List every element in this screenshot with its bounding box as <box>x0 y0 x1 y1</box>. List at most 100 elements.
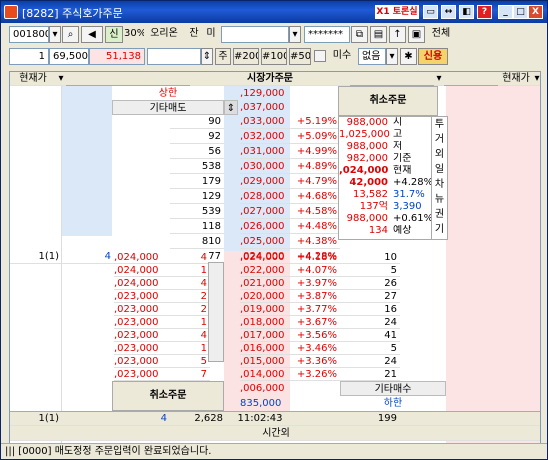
ask-price[interactable]: ,029,000 <box>240 174 296 189</box>
price-input[interactable]: 69,500 <box>49 48 89 65</box>
info-side-tab[interactable]: 투 <box>432 117 447 132</box>
ask-price[interactable]: ,025,000 <box>240 234 296 249</box>
summary-bid: 199 <box>340 411 400 426</box>
bid-volume: 5 <box>340 264 400 277</box>
bid-pct: +3.87% <box>296 290 340 303</box>
order-window: [8282] 주식호가주문 X1 토론실 ▭ ↔ ◧ ? _ □ X 00180… <box>0 0 548 460</box>
title-bar: [8282] 주식호가주문 X1 토론실 ▭ ↔ ◧ ? _ □ X <box>1 1 547 23</box>
gear-icon[interactable]: ✱ <box>400 48 417 65</box>
sell-spin-icon[interactable]: ⇕ <box>224 100 238 115</box>
info-side-tab[interactable]: 뉴 <box>432 192 447 207</box>
code-dropdown-icon[interactable]: ▾ <box>49 26 61 43</box>
status-icon: ||| <box>5 446 16 457</box>
discussion-button[interactable]: X1 토론실 <box>375 5 419 19</box>
app-logo-icon <box>4 5 18 19</box>
option-dropdown-icon[interactable]: ▾ <box>386 48 398 65</box>
link-icon[interactable]: ↔ <box>441 5 456 19</box>
document-icon[interactable]: ▤ <box>370 26 387 43</box>
amount-button-200[interactable]: #200 <box>233 48 259 65</box>
bid-scrollbar[interactable] <box>208 262 224 362</box>
stock-code-input[interactable]: 001800 <box>9 26 49 43</box>
info-side-tab[interactable]: 기 <box>432 222 447 237</box>
info-side-tab[interactable]: 차 <box>432 177 447 192</box>
info-value: 988,000 <box>346 117 388 128</box>
info-side-tab[interactable]: 일 <box>432 162 447 177</box>
lower-limit-label: 하한 <box>383 398 403 409</box>
bid-pct: +4.18% <box>296 251 340 264</box>
ask-qty: 92 <box>170 129 224 144</box>
password-input[interactable]: ******* <box>304 26 350 43</box>
ask-price[interactable]: ,028,000 <box>240 189 296 204</box>
bid-order-price[interactable]: ,024,000 <box>114 251 170 264</box>
order-button[interactable]: 주 <box>215 48 231 65</box>
cancel-order-top-button[interactable]: 취소주문 <box>339 87 437 115</box>
upper-limit-label: 상한 <box>158 88 178 99</box>
ask-price[interactable]: ,026,000 <box>240 219 296 234</box>
info-side-tab[interactable]: 거 <box>432 132 447 147</box>
right-dropdown-icon[interactable]: ▾ <box>532 72 540 86</box>
market-order-title[interactable]: 시장가주문 <box>190 72 350 86</box>
account-select[interactable] <box>221 26 289 43</box>
dock-icon[interactable]: ◧ <box>459 5 474 19</box>
book-icon[interactable]: ▣ <box>408 26 425 43</box>
amount-input[interactable]: 51,138 <box>89 48 145 65</box>
amount-button-50[interactable]: #50 <box>289 48 311 65</box>
bid-order-qty: 2 <box>170 303 210 316</box>
account-dropdown-icon[interactable]: ▾ <box>289 26 301 43</box>
copy-icon[interactable]: ⧉ <box>351 26 368 43</box>
ask-price[interactable]: ,033,000 <box>240 114 296 129</box>
bid-pct: +3.26% <box>296 368 340 381</box>
credit-button[interactable]: 신용 <box>418 48 448 65</box>
left-dropdown-icon[interactable]: ▾ <box>56 72 66 86</box>
info-value: 1,025,000 <box>339 129 390 140</box>
bid-price[interactable]: ,015,000 <box>240 355 296 368</box>
ask-price[interactable]: ,027,000 <box>240 204 296 219</box>
bid-price[interactable]: ,014,000 <box>240 368 296 381</box>
bid-price[interactable]: ,017,000 <box>240 329 296 342</box>
amount-button-100[interactable]: #100 <box>261 48 287 65</box>
bid-order-price[interactable]: ,023,000 <box>114 342 170 355</box>
left-column-select[interactable]: 현재가 <box>10 72 56 86</box>
bid-price[interactable]: ,021,000 <box>240 277 296 290</box>
bid-order-price[interactable]: ,023,000 <box>114 329 170 342</box>
option-select[interactable]: 없음 <box>358 48 386 65</box>
bid-price[interactable]: ,022,000 <box>240 264 296 277</box>
quantity-input[interactable]: 1 <box>9 48 49 65</box>
page-icon[interactable]: ▭ <box>423 5 438 19</box>
bid-price[interactable]: ,024,000 <box>240 251 296 264</box>
bid-order-price[interactable]: ,023,000 <box>114 368 170 381</box>
bid-price[interactable]: ,020,000 <box>240 290 296 303</box>
bid-order-price[interactable]: ,023,000 <box>114 290 170 303</box>
bid-price[interactable]: ,019,000 <box>240 303 296 316</box>
search-icon[interactable]: ⌕ <box>62 26 79 43</box>
ask-pct: +4.58% <box>296 204 340 219</box>
ask-price[interactable]: ,030,000 <box>240 159 296 174</box>
close-button[interactable]: X <box>528 5 543 19</box>
right-column-select[interactable]: 현재가 <box>498 72 534 86</box>
balance-label: 잔 <box>187 26 201 43</box>
info-side-tab[interactable]: 권 <box>432 207 447 222</box>
info-side-tab[interactable]: 외 <box>432 147 447 162</box>
ask-price[interactable]: ,032,000 <box>240 129 296 144</box>
minimize-button[interactable]: _ <box>498 5 513 19</box>
spin-icon[interactable]: ⇕ <box>201 48 213 65</box>
bid-order-price[interactable]: ,024,000 <box>114 277 170 290</box>
help-button[interactable]: ? <box>477 5 492 19</box>
extra-input[interactable] <box>147 48 201 65</box>
summary-qty: 4 <box>112 411 170 426</box>
bid-order-price[interactable]: ,024,000 <box>114 264 170 277</box>
bid-order-price[interactable]: ,023,000 <box>114 355 170 368</box>
margin-checkbox[interactable] <box>314 50 326 62</box>
bid-price[interactable]: ,016,000 <box>240 342 296 355</box>
center-dropdown-icon[interactable]: ▾ <box>434 72 444 86</box>
maximize-button[interactable]: □ <box>513 5 528 19</box>
bid-order-price[interactable]: ,023,000 <box>114 316 170 329</box>
all-label[interactable]: 전체 <box>427 26 455 43</box>
bid-price[interactable]: ,018,000 <box>240 316 296 329</box>
bid-order-qty: 4 <box>170 251 210 264</box>
speaker-icon[interactable]: ◀︎ <box>81 26 103 43</box>
upload-icon[interactable]: ↑ <box>389 26 406 43</box>
bid-order-price[interactable]: ,023,000 <box>114 303 170 316</box>
cancel-order-bottom-button[interactable]: 취소주문 <box>113 382 223 410</box>
ask-price[interactable]: ,031,000 <box>240 144 296 159</box>
